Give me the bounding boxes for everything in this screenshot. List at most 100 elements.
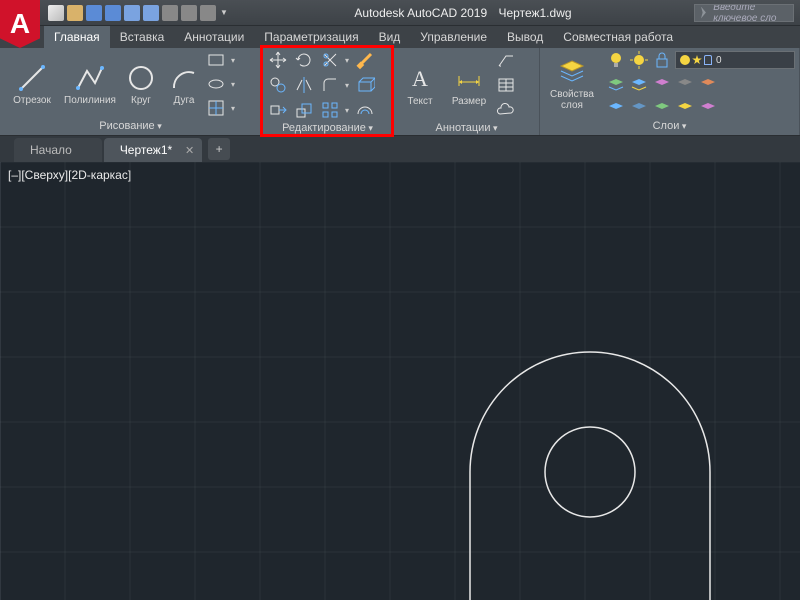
- hatch-icon[interactable]: [206, 98, 226, 118]
- panel-layers-label[interactable]: Слои: [544, 118, 795, 135]
- cloud-icon[interactable]: [143, 5, 159, 21]
- rect-icon[interactable]: [206, 50, 226, 70]
- array-icon[interactable]: [320, 100, 340, 120]
- leader-icon[interactable]: [496, 50, 516, 70]
- layer-b-icon[interactable]: [629, 98, 649, 118]
- trim-icon[interactable]: [320, 50, 340, 70]
- tool-layerprops-label: Свойства слоя: [550, 89, 594, 111]
- tool-dim-label: Размер: [452, 96, 486, 107]
- svg-text:A: A: [412, 66, 428, 91]
- redo-icon[interactable]: [200, 5, 216, 21]
- dimension-icon: [454, 64, 484, 94]
- open-icon[interactable]: [67, 5, 83, 21]
- bulb-icon[interactable]: [606, 50, 626, 70]
- text-icon: A: [405, 64, 435, 94]
- document-tabs: Начало Чертеж1* ✕ +: [0, 136, 800, 162]
- circle-icon: [126, 63, 156, 93]
- layer-e-icon[interactable]: [698, 98, 718, 118]
- tool-arc-label: Дуга: [174, 95, 195, 106]
- drawing-content: [0, 162, 800, 600]
- panel-draw: Отрезок Полилиния Круг Дуга ▾ ▾: [0, 48, 262, 135]
- tab-collab[interactable]: Совместная работа: [553, 26, 683, 48]
- table-icon[interactable]: [496, 75, 516, 95]
- layer-iso-icon[interactable]: [652, 74, 672, 94]
- line-icon: [17, 63, 47, 93]
- tab-insert[interactable]: Вставка: [110, 26, 175, 48]
- app-name: Autodesk AutoCAD 2019: [354, 6, 487, 20]
- rotate-icon[interactable]: [294, 50, 314, 70]
- tool-line[interactable]: Отрезок: [4, 63, 60, 106]
- layer-selector[interactable]: 0: [675, 51, 795, 69]
- device-icon[interactable]: [124, 5, 140, 21]
- plot-icon[interactable]: [162, 5, 178, 21]
- dropdown-icon[interactable]: ▾: [231, 104, 235, 113]
- polyline-icon: [75, 63, 105, 93]
- search-placeholder: Введите ключевое сло: [713, 4, 787, 22]
- layer-match-icon[interactable]: [606, 74, 626, 94]
- new-icon[interactable]: [48, 5, 64, 21]
- qat-dropdown-icon[interactable]: ▼: [220, 8, 228, 17]
- scale-icon[interactable]: [294, 100, 314, 120]
- tab-manage[interactable]: Управление: [410, 26, 497, 48]
- panel-edit-label[interactable]: Редактирование: [266, 120, 389, 137]
- dropdown-icon[interactable]: ▾: [345, 81, 349, 90]
- stretch-icon[interactable]: [268, 100, 288, 120]
- saveas-icon[interactable]: [105, 5, 121, 21]
- panel-edit: ▾ ▾ ▾ Редактирование: [262, 48, 394, 135]
- doc-tab-start[interactable]: Начало: [14, 138, 102, 162]
- tab-home[interactable]: Главная: [44, 26, 110, 48]
- arc-icon: [169, 63, 199, 93]
- layer-c-icon[interactable]: [652, 98, 672, 118]
- freeze-icon[interactable]: [629, 50, 649, 70]
- window-title: Autodesk AutoCAD 2019 Чертеж1.dwg: [232, 6, 694, 20]
- dropdown-icon[interactable]: ▾: [345, 56, 349, 65]
- layer-a-icon[interactable]: [606, 98, 626, 118]
- search-arrow-icon: [701, 7, 709, 19]
- title-bar: ▼ Autodesk AutoCAD 2019 Чертеж1.dwg Введ…: [0, 0, 800, 26]
- tab-output[interactable]: Вывод: [497, 26, 553, 48]
- layers-icon: [557, 57, 587, 87]
- lock-mini-icon: [704, 55, 712, 65]
- ribbon: Отрезок Полилиния Круг Дуга ▾ ▾: [0, 48, 800, 136]
- tool-line-label: Отрезок: [13, 95, 51, 106]
- ellipse-icon[interactable]: [206, 74, 226, 94]
- explode-icon[interactable]: [355, 75, 375, 95]
- tab-annotate[interactable]: Аннотации: [174, 26, 254, 48]
- panel-draw-label[interactable]: Рисование: [4, 118, 257, 135]
- app-logo[interactable]: A: [0, 0, 40, 48]
- undo-icon[interactable]: [181, 5, 197, 21]
- doc-tab-active[interactable]: Чертеж1* ✕: [104, 138, 202, 162]
- tab-view[interactable]: Вид: [369, 26, 411, 48]
- bulb-mini-icon: [680, 55, 690, 65]
- dropdown-icon[interactable]: ▾: [231, 56, 235, 65]
- panel-anno-label[interactable]: Аннотации: [398, 120, 535, 137]
- drawing-canvas[interactable]: [–][Сверху][2D-каркас] /*placeholder to …: [0, 162, 800, 600]
- offset-icon[interactable]: [355, 100, 375, 120]
- layer-d-icon[interactable]: [675, 98, 695, 118]
- tool-arc[interactable]: Дуга: [164, 63, 204, 106]
- quick-access-toolbar: ▼: [44, 5, 232, 21]
- lock-icon[interactable]: [652, 50, 672, 70]
- erase-icon[interactable]: [355, 50, 375, 70]
- cloud-icon[interactable]: [496, 100, 516, 120]
- tool-circle[interactable]: Круг: [120, 63, 162, 106]
- tool-polyline[interactable]: Полилиния: [62, 63, 118, 106]
- search-input[interactable]: Введите ключевое сло: [694, 4, 794, 22]
- mirror-icon[interactable]: [294, 75, 314, 95]
- layer-off-icon[interactable]: [675, 74, 695, 94]
- dropdown-icon[interactable]: ▾: [345, 106, 349, 115]
- copy-icon[interactable]: [268, 75, 288, 95]
- tool-text[interactable]: A Текст: [398, 64, 442, 107]
- panel-layers: Свойства слоя 0: [540, 48, 800, 135]
- close-icon[interactable]: ✕: [185, 144, 194, 157]
- layer-frz-icon[interactable]: [698, 74, 718, 94]
- layer-prev-icon[interactable]: [629, 74, 649, 94]
- move-icon[interactable]: [268, 50, 288, 70]
- save-icon[interactable]: [86, 5, 102, 21]
- fillet-icon[interactable]: [320, 75, 340, 95]
- dropdown-icon[interactable]: ▾: [231, 80, 235, 89]
- tab-parametric[interactable]: Параметризация: [254, 26, 368, 48]
- tool-dimension[interactable]: Размер: [444, 64, 494, 107]
- new-tab-button[interactable]: +: [208, 138, 230, 160]
- tool-layer-props[interactable]: Свойства слоя: [544, 57, 600, 111]
